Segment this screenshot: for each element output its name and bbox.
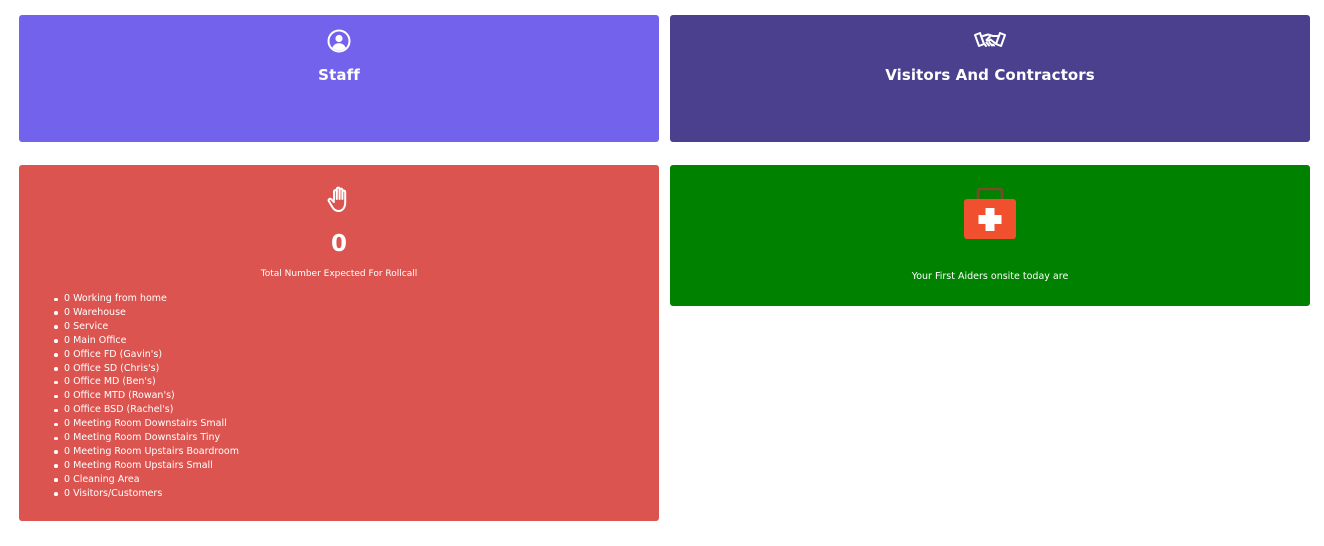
list-item: 0 Meeting Room Downstairs Small <box>54 417 239 431</box>
list-item: 0 Meeting Room Upstairs Small <box>54 459 239 473</box>
first-aiders-text: Your First Aiders onsite today are <box>911 271 1069 282</box>
staff-card[interactable]: Staff <box>19 15 659 142</box>
staff-title: Staff <box>318 66 360 84</box>
list-item: 0 Office MTD (Rowan's) <box>54 389 239 403</box>
rollcall-card[interactable]: 0 Total Number Expected For Rollcall 0 W… <box>19 165 659 521</box>
list-item: 0 Cleaning Area <box>54 473 239 487</box>
list-item: 0 Office FD (Gavin's) <box>54 348 239 362</box>
handshake-icon <box>670 30 1310 52</box>
location-list: 0 Working from home 0 Warehouse 0 Servic… <box>54 292 239 501</box>
list-item: 0 Warehouse <box>54 306 239 320</box>
list-item: 0 Meeting Room Upstairs Boardroom <box>54 445 239 457</box>
list-item: 0 Office BSD (Rachel's) <box>54 403 239 417</box>
user-circle-icon <box>19 29 659 53</box>
list-item: 0 Office SD (Chris's) <box>54 362 239 376</box>
list-item: 0 Office MD (Ben's) <box>54 375 239 389</box>
hand-icon <box>19 185 659 213</box>
list-item: 0 Working from home <box>54 292 239 306</box>
visitors-title: Visitors And Contractors <box>885 66 1095 84</box>
rollcall-caption: Total Number Expected For Rollcall <box>260 269 418 279</box>
list-item: 0 Visitors/Customers <box>54 487 239 501</box>
list-item: 0 Main Office <box>54 334 239 348</box>
first-aid-card[interactable]: Your First Aiders onsite today are <box>670 165 1310 306</box>
list-item: 0 Service <box>54 320 239 334</box>
list-item: 0 Meeting Room Downstairs Tiny <box>54 431 239 445</box>
visitors-card[interactable]: Visitors And Contractors <box>670 15 1310 142</box>
first-aid-kit-icon <box>670 187 1310 241</box>
rollcall-count: 0 <box>330 231 347 257</box>
